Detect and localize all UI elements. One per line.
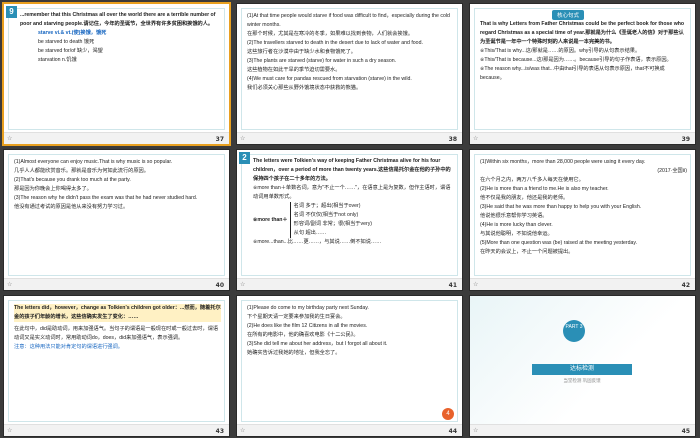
slide-footer: ☆ 37 [4, 132, 229, 144]
slide-number: 45 [681, 428, 690, 435]
slide-footer: ☆ 44 [237, 424, 462, 436]
slide-footer: ☆ 40 [4, 278, 229, 290]
slide-icon: ☆ [473, 136, 479, 142]
slide-number: 38 [448, 136, 457, 143]
slide-icon: ☆ [240, 282, 246, 288]
part-circle: PART 3 [563, 320, 585, 342]
slide-text: (1)Almost everyone can enjoy music.That … [14, 159, 198, 210]
slide-number: 44 [448, 428, 457, 435]
slide-thumbnail-43[interactable]: The letters did，however，change as Tolkie… [3, 295, 230, 437]
section-subtitle: 当堂检测 巩固反馈 [563, 378, 601, 383]
slide-text: (1)Within six months，more than 28,000 pe… [480, 159, 687, 255]
slide-number: 43 [215, 428, 224, 435]
slide-number: 40 [215, 282, 224, 289]
slide-icon: ☆ [7, 136, 13, 142]
slide-grid: 9 ...remember that this Christmas all ov… [0, 0, 700, 438]
slide-text: (1)Please do come to my birthday party n… [247, 305, 388, 356]
number-badge: 2 [239, 152, 250, 164]
slide-thumbnail-38[interactable]: (1)At that time people would starve if f… [236, 3, 463, 145]
slide-number: 37 [215, 136, 224, 143]
slide-thumbnail-41[interactable]: 2 The letters were Tolkien's way of keep… [236, 149, 463, 291]
section-band: 达标检测 [532, 364, 632, 375]
slide-thumbnail-42[interactable]: (1)Within six months，more than 28,000 pe… [469, 149, 696, 291]
slide-footer: ☆ 45 [470, 424, 695, 436]
slide-footer: ☆ 41 [237, 278, 462, 290]
slide-number: 39 [681, 136, 690, 143]
slide-thumbnail-45[interactable]: PART 3 达标检测 当堂检测 巩固反馈 ☆ 45 [469, 295, 696, 437]
slide-text: ...remember that this Christmas all over… [20, 12, 216, 63]
section-tag: 核心句式 [552, 10, 585, 20]
slide-icon: ☆ [7, 428, 13, 434]
number-badge: 9 [6, 6, 17, 18]
slide-thumbnail-40[interactable]: (1)Almost everyone can enjoy music.That … [3, 149, 230, 291]
more-than-usage: ※more than＋ 名词 多于；超出(相当于over) 名词 不仅仅(相当于… [253, 202, 373, 238]
slide-icon: ☆ [240, 136, 246, 142]
slide-icon: ☆ [473, 428, 479, 434]
slide-text: That is why Letters from Father Christma… [480, 21, 685, 81]
slide-icon: ☆ [240, 428, 246, 434]
slide-footer: ☆ 42 [470, 278, 695, 290]
slide-footer: ☆ 43 [4, 424, 229, 436]
usage-list: 名词 多于；超出(相当于over) 名词 不仅仅(相当于not only) 形容… [289, 202, 372, 238]
slide-number: 42 [681, 282, 690, 289]
nav-orb-icon: 4 [442, 408, 454, 420]
slide-text: The letters did，however，change as Tolkie… [14, 304, 221, 350]
slide-icon: ☆ [473, 282, 479, 288]
slide-thumbnail-44[interactable]: (1)Please do come to my birthday party n… [236, 295, 463, 437]
slide-number: 41 [448, 282, 457, 289]
slide-footer: ☆ 38 [237, 132, 462, 144]
slide-icon: ☆ [7, 282, 13, 288]
slide-footer: ☆ 39 [470, 132, 695, 144]
slide-text: (1)At that time people would starve if f… [247, 13, 450, 91]
slide-thumbnail-39[interactable]: 核心句式 That is why Letters from Father Chr… [469, 3, 696, 145]
slide-text: The letters were Tolkien's way of keepin… [253, 157, 454, 247]
slide-thumbnail-37[interactable]: 9 ...remember that this Christmas all ov… [2, 2, 231, 146]
